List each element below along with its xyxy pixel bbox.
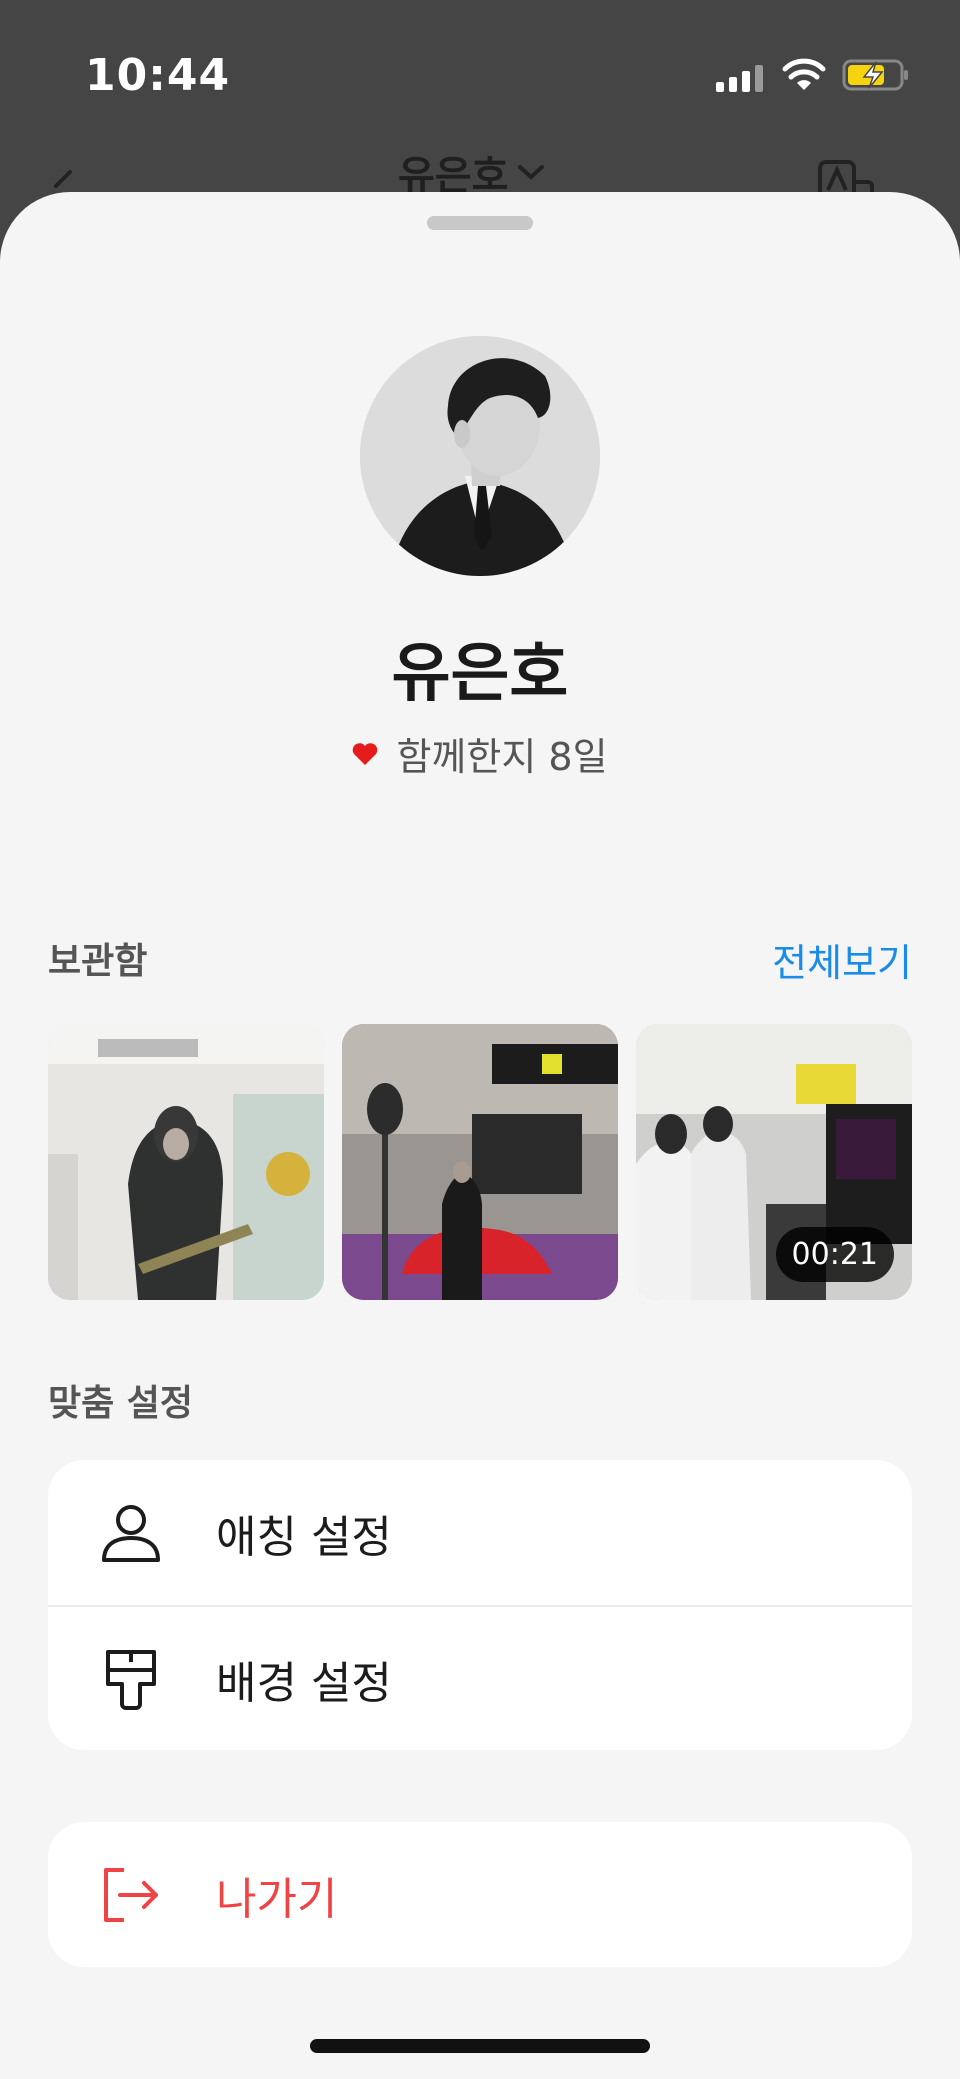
wifi-icon [782,58,826,90]
nickname-setting-label: 애칭 설정 [216,1511,392,1563]
archive-thumbnail[interactable]: 00:21 [636,1024,912,1300]
sheet-grabber[interactable] [427,216,533,230]
home-indicator[interactable] [310,2039,650,2053]
person-icon [102,1504,160,1562]
archive-photo [48,1024,324,1300]
exit-row[interactable]: 나가기 [48,1822,912,1967]
exit-label: 나가기 [216,1873,338,1925]
cellular-signal-icon [716,64,763,92]
exit-card: 나가기 [48,1822,912,1967]
archive-title: 보관함 [48,941,148,982]
nickname-setting-row[interactable]: 애칭 설정 [48,1460,912,1605]
heart-icon [353,742,378,765]
settings-card: 애칭 설정 배경 설정 [48,1460,912,1750]
settings-title: 맞춤 설정 [48,1383,194,1424]
see-all-link[interactable]: 전체보기 [772,932,912,987]
profile-name: 유은호 [391,637,569,711]
profile-avatar[interactable] [360,336,600,576]
profile-sheet: 유은호 함께한지 8일 보관함 전체보기 00:21 맞춤 설정 애칭 설정 배… [0,192,960,2079]
archive-thumbnail[interactable] [342,1024,618,1300]
archive-thumbnails: 00:21 [48,1024,912,1300]
archive-thumbnail[interactable] [48,1024,324,1300]
background-setting-row[interactable]: 배경 설정 [48,1605,912,1750]
status-bar: 10:44 [0,0,960,150]
paint-roller-icon [106,1649,156,1710]
together-days: 함께한지 8일 [0,726,960,781]
together-days-text: 함께한지 8일 [396,735,608,779]
status-time: 10:44 [85,50,231,101]
background-setting-label: 배경 설정 [216,1657,392,1709]
archive-photo [342,1024,618,1300]
chevron-down-icon [518,165,545,180]
video-duration-badge: 00:21 [775,1227,894,1282]
exit-icon [104,1867,158,1922]
avatar-image [360,336,600,576]
battery-charging-icon [842,59,908,91]
